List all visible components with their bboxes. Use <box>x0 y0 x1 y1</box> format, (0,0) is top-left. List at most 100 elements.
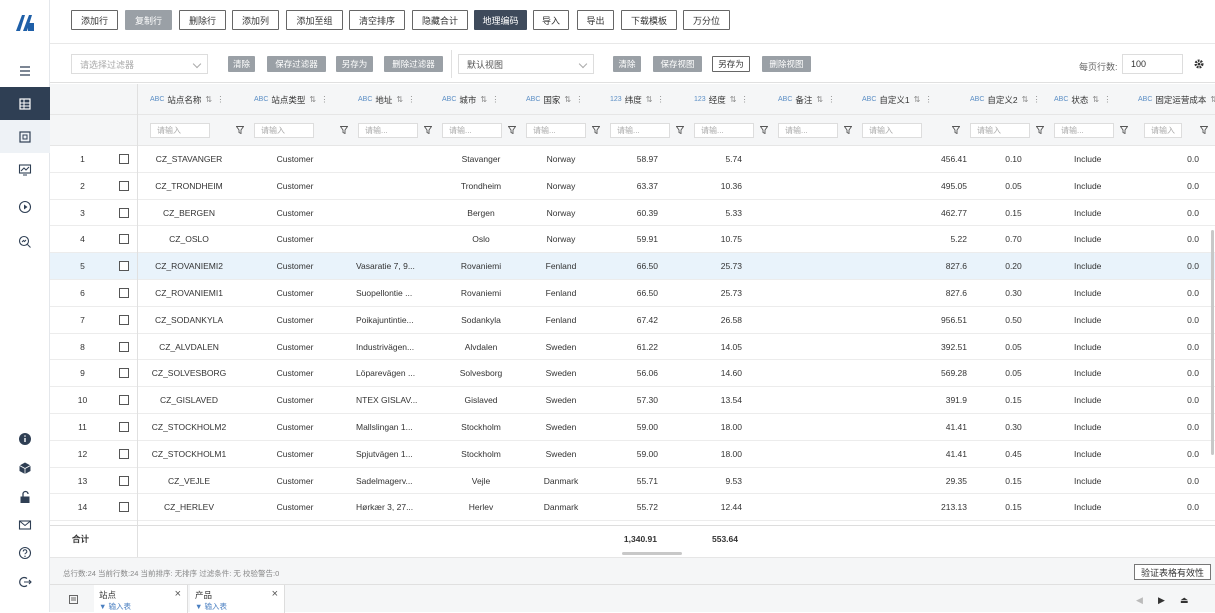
cell-c2[interactable]: 0.15 <box>971 494 1056 520</box>
cell-lng[interactable]: 10.36 <box>690 173 742 199</box>
sort-menu-icon[interactable]: ⇅ ⋮ <box>646 95 666 104</box>
play-icon[interactable] <box>0 190 50 223</box>
save-filter-as-button[interactable]: 另存为 <box>336 56 373 72</box>
delete-filter-button[interactable]: 删除过滤器 <box>384 56 443 72</box>
cell-city[interactable]: Stavanger <box>441 146 521 172</box>
cell-country[interactable]: Sweden <box>521 414 601 440</box>
cell-cost[interactable]: 0.0 <box>1130 253 1199 279</box>
cell-c2[interactable]: 0.30 <box>971 414 1056 440</box>
close-icon[interactable]: × <box>175 588 181 600</box>
cell-name[interactable]: CZ_STAVANGER <box>138 146 240 172</box>
cell-lng[interactable]: 25.73 <box>690 253 742 279</box>
row-checkbox[interactable] <box>119 395 129 406</box>
cell-type[interactable]: Customer <box>240 253 350 279</box>
scroll-left-icon[interactable]: ◀ <box>1136 595 1143 606</box>
save-view-as-button[interactable]: 另存为 <box>712 56 750 72</box>
cell-country[interactable]: Fenland <box>521 280 601 306</box>
cell-cost[interactable]: 0.0 <box>1130 226 1199 252</box>
cell-lng[interactable]: 5.74 <box>690 146 742 172</box>
column-header[interactable]: ABC 状态 ⇅ ⋮ <box>1054 84 1138 115</box>
column-filter-input[interactable]: 请输入 <box>862 123 922 138</box>
sort-menu-icon[interactable]: ⇅ ⋮ <box>816 95 836 104</box>
cell-city[interactable]: Alvdalen <box>441 334 521 360</box>
cell-cost[interactable]: 0.0 <box>1130 468 1199 494</box>
copy-row-button[interactable]: 复制行 <box>125 10 172 30</box>
cell-type[interactable]: Customer <box>240 414 350 440</box>
column-filter-input[interactable]: 请输入 <box>1144 123 1182 138</box>
table-row[interactable]: 13 CZ_VEJLE Customer Sadelmagerv... Vejle Dan… <box>50 468 1215 495</box>
sort-menu-icon[interactable]: ⇅ ⋮ <box>309 95 329 104</box>
row-checkbox[interactable] <box>119 448 129 459</box>
cell-type[interactable]: Customer <box>240 200 350 226</box>
cell-cost[interactable]: 0.0 <box>1130 414 1199 440</box>
cell-lat[interactable]: 58.97 <box>606 146 658 172</box>
cell-addr[interactable] <box>356 146 438 172</box>
table-row[interactable]: 5 CZ_ROVANIEMI2 Customer Vasaratie 7, 9... R… <box>50 253 1215 280</box>
column-filter-input[interactable]: 请输... <box>610 123 670 138</box>
cell-lng[interactable]: 13.54 <box>690 387 742 413</box>
cell-c2[interactable]: 0.70 <box>971 226 1056 252</box>
cell-city[interactable]: Rovaniemi <box>441 253 521 279</box>
cell-city[interactable]: Oslo <box>441 226 521 252</box>
row-checkbox[interactable] <box>119 234 129 245</box>
cell-city[interactable]: Herlev <box>441 494 521 520</box>
filter-funnel-icon[interactable] <box>676 126 684 134</box>
cell-name[interactable]: CZ_ALVDALEN <box>138 334 240 360</box>
clear-sort-button[interactable]: 清空排序 <box>349 10 405 30</box>
table-row[interactable]: 7 CZ_SODANKYLA Customer Poikajuntintie... So… <box>50 307 1215 334</box>
cell-country[interactable]: Norway <box>521 226 601 252</box>
cell-lat[interactable]: 66.50 <box>606 253 658 279</box>
column-filter-input[interactable]: 请输... <box>442 123 502 138</box>
gear-icon[interactable] <box>1193 58 1205 70</box>
cell-cost[interactable]: 0.0 <box>1130 307 1199 333</box>
view-select[interactable]: 默认视图 <box>458 54 594 74</box>
table-icon[interactable] <box>0 87 50 120</box>
cell-c1[interactable]: 5.22 <box>862 226 967 252</box>
sheet-list-icon[interactable] <box>69 595 78 604</box>
cell-cost[interactable]: 0.0 <box>1130 173 1199 199</box>
column-header[interactable]: ABC 站点类型 ⇅ ⋮ <box>254 84 358 115</box>
cell-city[interactable]: Vejle <box>441 468 521 494</box>
cell-lng[interactable]: 14.60 <box>690 360 742 386</box>
analysis-icon[interactable] <box>0 225 50 258</box>
cell-addr[interactable]: Mallslingan 1... <box>356 414 438 440</box>
row-checkbox[interactable] <box>119 341 129 352</box>
add-to-group-button[interactable]: 添加至组 <box>286 10 343 30</box>
row-checkbox[interactable] <box>119 261 129 272</box>
per-ten-thousand-button[interactable]: 万分位 <box>683 10 730 30</box>
filter-funnel-icon[interactable] <box>1120 126 1128 134</box>
row-checkbox[interactable] <box>119 154 129 164</box>
cell-addr[interactable]: Poikajuntintie... <box>356 307 438 333</box>
sort-menu-icon[interactable]: ⇅ ⋮ <box>396 95 416 104</box>
cell-type[interactable]: Customer <box>240 280 350 306</box>
scroll-right-icon[interactable]: ▶ <box>1158 595 1165 606</box>
cell-country[interactable]: Danmark <box>521 468 601 494</box>
cell-lat[interactable]: 60.39 <box>606 200 658 226</box>
cell-addr[interactable] <box>356 173 438 199</box>
cell-lng[interactable]: 25.73 <box>690 280 742 306</box>
horizontal-scrollbar[interactable] <box>622 552 682 555</box>
cell-c1[interactable]: 41.41 <box>862 414 967 440</box>
column-filter-input[interactable]: 请输... <box>358 123 418 138</box>
cell-c1[interactable]: 392.51 <box>862 334 967 360</box>
column-filter-input[interactable]: 请输... <box>1054 123 1114 138</box>
table-row[interactable]: 1 CZ_STAVANGER Customer Stavanger Norway 58.9… <box>50 146 1215 173</box>
cell-country[interactable]: Danmark <box>521 494 601 520</box>
cell-cost[interactable]: 0.0 <box>1130 334 1199 360</box>
cell-cost[interactable]: 0.0 <box>1130 280 1199 306</box>
table-row[interactable]: 6 CZ_ROVANIEMI1 Customer Suopellontie ... Ro… <box>50 280 1215 307</box>
table-row[interactable]: 11 CZ_STOCKHOLM2 Customer Mallslingan 1... S… <box>50 414 1215 441</box>
filter-funnel-icon[interactable] <box>592 126 600 134</box>
sort-menu-icon[interactable]: ⇅ ⋮ <box>205 95 225 104</box>
table-row[interactable]: 10 CZ_GISLAVED Customer NTEX GISLAV... Gisla… <box>50 387 1215 414</box>
table-row[interactable]: 9 CZ_SOLVESBORG Customer Löparevägen ... Sol… <box>50 360 1215 388</box>
cell-name[interactable]: CZ_STOCKHOLM2 <box>138 414 240 440</box>
chart-monitor-icon[interactable] <box>0 153 50 186</box>
cell-c1[interactable]: 41.41 <box>862 441 967 467</box>
cell-c2[interactable]: 0.05 <box>971 334 1056 360</box>
sort-menu-icon[interactable]: ⇅ ⋮ <box>914 95 934 104</box>
column-header[interactable]: ABC 地址 ⇅ ⋮ <box>358 84 442 115</box>
filter-funnel-icon[interactable] <box>236 126 244 134</box>
cell-addr[interactable] <box>356 226 438 252</box>
cell-lng[interactable]: 26.58 <box>690 307 742 333</box>
